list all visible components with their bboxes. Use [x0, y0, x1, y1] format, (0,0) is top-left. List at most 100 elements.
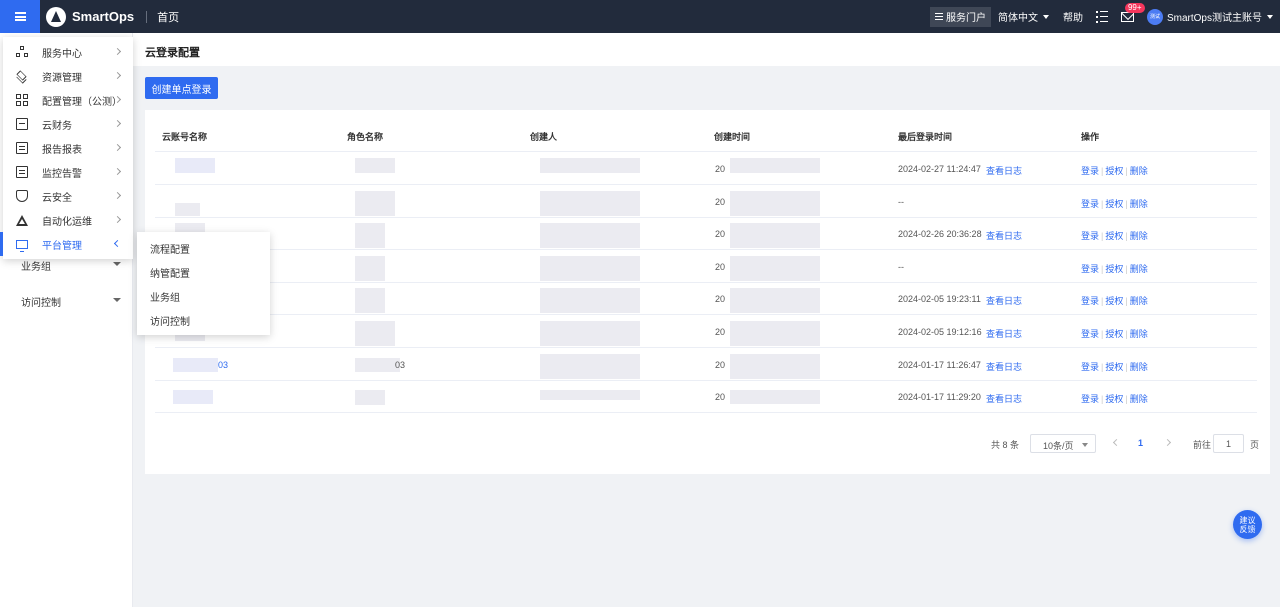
delete-link[interactable]: 删除	[1130, 231, 1148, 241]
avatar[interactable]: 测试	[1146, 8, 1163, 25]
account-name[interactable]: SmartOps测试主账号	[1167, 9, 1262, 24]
redacted-block	[730, 288, 820, 314]
menu-item-security[interactable]: 云安全	[3, 184, 133, 208]
login-link[interactable]: 登录	[1081, 166, 1099, 176]
menu-item-platform[interactable]: 平台管理	[0, 232, 133, 256]
redacted-block	[355, 190, 395, 216]
login-link[interactable]: 登录	[1081, 296, 1099, 306]
redacted-block	[730, 353, 820, 379]
view-log-link[interactable]: 查看日志	[986, 294, 1022, 307]
page-number[interactable]: 1	[1138, 438, 1143, 448]
view-log-link[interactable]: 查看日志	[986, 164, 1022, 177]
login-link[interactable]: 登录	[1081, 329, 1099, 339]
chevron-left-icon	[113, 239, 122, 248]
divider: |	[1101, 296, 1104, 307]
sidebar-item-business-group[interactable]: 业务组	[21, 258, 121, 273]
delete-link[interactable]: 删除	[1130, 329, 1148, 339]
goto-page-input[interactable]	[1213, 434, 1244, 453]
delete-link[interactable]: 删除	[1130, 166, 1148, 176]
menu-item-service-center[interactable]: 服务中心	[3, 40, 133, 64]
table-row: 20 -- 登录 | 授权 | 删除	[155, 250, 1257, 283]
logo[interactable]: SmartOps	[46, 6, 134, 27]
submenu-item-managed[interactable]: 纳管配置	[150, 265, 190, 280]
login-link[interactable]: 登录	[1081, 362, 1099, 372]
checklist-icon[interactable]	[1095, 11, 1108, 23]
column-header: 操作	[1081, 132, 1100, 142]
goto-label: 前往	[1193, 440, 1212, 450]
home-link[interactable]: 首页	[157, 9, 179, 25]
menu-item-reports[interactable]: 报告报表	[3, 136, 133, 160]
submenu-item-access-control[interactable]: 访问控制	[150, 313, 190, 328]
service-portal-button[interactable]: 服务门户	[929, 6, 991, 27]
authorize-link[interactable]: 授权	[1105, 264, 1123, 274]
redacted-block	[540, 223, 640, 249]
delete-link[interactable]: 删除	[1130, 264, 1148, 274]
help-link[interactable]: 帮助	[1063, 9, 1083, 24]
column-header: 角色名称	[347, 132, 384, 142]
authorize-link[interactable]: 授权	[1105, 362, 1123, 372]
submenu-item-workflow[interactable]: 流程配置	[150, 241, 190, 256]
divider: |	[1101, 231, 1104, 242]
menu-item-automation[interactable]: 自动化运维	[3, 208, 133, 232]
chevron-down-icon	[1082, 443, 1088, 447]
menu-item-resource[interactable]: 资源管理	[3, 64, 133, 88]
top-navbar: SmartOps 首页 服务门户 简体中文 帮助 99+ 测试 SmartOps…	[0, 0, 1280, 33]
cell-created: 20	[715, 359, 726, 370]
login-link[interactable]: 登录	[1081, 231, 1099, 241]
delete-link[interactable]: 删除	[1130, 199, 1148, 209]
menu-item-finance[interactable]: 云财务	[3, 112, 133, 136]
view-log-link[interactable]: 查看日志	[986, 327, 1022, 340]
language-label: 简体中文	[997, 13, 1038, 24]
create-sso-button[interactable]: 创建单点登录	[145, 77, 218, 99]
sidebar-item-label: 访问控制	[21, 298, 61, 309]
prev-page-button[interactable]	[1112, 438, 1121, 447]
table-row: 20 2024-02-05 19:12:16 查看日志 登录 | 授权 | 删除	[155, 315, 1257, 348]
redacted-block	[355, 255, 385, 281]
chevron-down-icon[interactable]	[1267, 14, 1273, 19]
feedback-button[interactable]: 建议 反馈	[1233, 510, 1262, 539]
sidebar-item-access-control[interactable]: 访问控制	[21, 294, 121, 309]
table-header: 云账号名称 角色名称 创建人 创建时间 最后登录时间 操作	[155, 125, 1257, 152]
table-card: 云账号名称 角色名称 创建人 创建时间 最后登录时间 操作 20 2024-02-…	[145, 110, 1270, 474]
cell-role: 03	[395, 359, 406, 370]
row-actions: 登录 | 授权 | 删除	[1081, 360, 1148, 373]
language-select[interactable]: 简体中文	[998, 9, 1049, 24]
next-page-button[interactable]	[1163, 438, 1172, 447]
view-log-link[interactable]: 查看日志	[986, 229, 1022, 242]
authorize-link[interactable]: 授权	[1105, 296, 1123, 306]
divider: |	[1101, 394, 1104, 405]
divider: |	[1101, 166, 1104, 176]
delete-link[interactable]: 删除	[1130, 296, 1148, 306]
authorize-link[interactable]: 授权	[1105, 329, 1123, 339]
grid-icon	[16, 94, 28, 106]
redacted-block	[355, 357, 400, 372]
redacted-block	[355, 158, 395, 173]
view-log-link[interactable]: 查看日志	[986, 360, 1022, 373]
table-row: 20 2024-01-17 11:29:20 查看日志 登录 | 授权 | 删除	[155, 380, 1257, 414]
delete-link[interactable]: 删除	[1130, 394, 1148, 404]
column-header: 创建时间	[714, 132, 751, 142]
login-link[interactable]: 登录	[1081, 264, 1099, 274]
authorize-link[interactable]: 授权	[1105, 231, 1123, 241]
menu-item-label: 自动化运维	[42, 216, 92, 228]
view-log-link[interactable]: 查看日志	[986, 392, 1022, 405]
divider: |	[1125, 361, 1128, 372]
menu-item-monitoring[interactable]: 监控告警	[3, 160, 133, 184]
divider: |	[1101, 361, 1104, 372]
menu-toggle-button[interactable]	[0, 0, 40, 33]
submenu-item-business-group[interactable]: 业务组	[150, 289, 180, 304]
authorize-link[interactable]: 授权	[1105, 394, 1123, 404]
login-link[interactable]: 登录	[1081, 199, 1099, 209]
menu-item-label: 云安全	[42, 192, 72, 204]
authorize-link[interactable]: 授权	[1105, 199, 1123, 209]
page-size-select[interactable]: 10条/页	[1030, 434, 1096, 453]
delete-link[interactable]: 删除	[1130, 362, 1148, 372]
authorize-link[interactable]: 授权	[1105, 166, 1123, 176]
login-link[interactable]: 登录	[1081, 394, 1099, 404]
cell-account[interactable]: 03	[218, 360, 228, 370]
chevron-down-icon	[1042, 14, 1049, 19]
menu-item-label: 服务中心	[42, 48, 82, 60]
notifications-button[interactable]: 99+	[1120, 2, 1145, 22]
menu-item-config[interactable]: 配置管理（公测）	[3, 88, 133, 112]
divider: |	[1125, 394, 1128, 405]
